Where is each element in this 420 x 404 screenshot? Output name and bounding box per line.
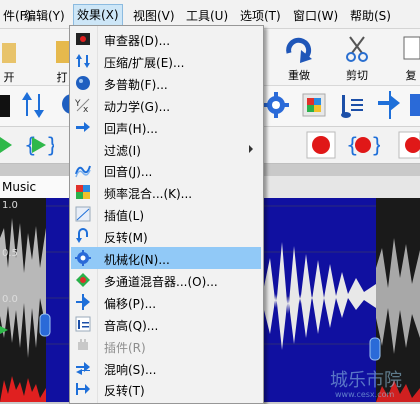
menu-item-pitch[interactable]: 音高(Q)... <box>71 313 261 335</box>
compress-toolbar-icon[interactable] <box>18 90 48 120</box>
menu-item-reverb[interactable]: 回音(J)... <box>71 159 261 181</box>
svg-text:}: } <box>371 133 380 157</box>
dynamics-icon: Yx <box>75 98 90 113</box>
music-note-icon[interactable] <box>338 91 366 119</box>
submenu-arrow-icon <box>249 144 253 153</box>
menu-7[interactable]: 帮助(S) <box>347 6 394 25</box>
menu-item-multichannel[interactable]: 多通道混音器...(O)... <box>71 269 261 291</box>
svg-text:x: x <box>83 105 89 113</box>
doppler-icon <box>76 75 90 90</box>
menu-3[interactable]: 视图(V) <box>130 6 178 25</box>
menu-item-label: 压缩/扩展(E)... <box>104 55 185 70</box>
ruler-mid-label: 0.0 <box>2 294 18 305</box>
menu-item-label: 过滤(I) <box>104 143 141 158</box>
menu-item-label: 混响(S)... <box>104 362 157 377</box>
open-file-label: 开 <box>3 71 15 84</box>
black-square-icon[interactable] <box>0 95 10 117</box>
offset-icon <box>76 293 90 310</box>
cut-label: 剪切 <box>346 69 368 82</box>
effects-menu: 审查器(D)... 压缩/扩展(E)... 多普勒(F)... Yx 动力学(G)...… <box>69 25 264 404</box>
menu-item-label: 插件(R) <box>104 340 146 355</box>
compress-icon <box>76 53 90 68</box>
redo-label: 重做 <box>288 69 310 82</box>
menu-item-reverb2[interactable]: 混响(S)... <box>71 357 261 379</box>
menu-item-plugin: 插件(R) <box>71 335 261 357</box>
menu-6[interactable]: 窗口(W) <box>290 6 341 25</box>
menu-item-compress[interactable]: 压缩/扩展(E)... <box>71 50 261 72</box>
record-partial-icon[interactable] <box>398 131 420 159</box>
menu-item-label: 回音(J)... <box>104 165 153 180</box>
inspector-icon <box>76 33 90 45</box>
redo-button[interactable]: 重做 <box>282 33 316 83</box>
folder-icon <box>2 43 16 63</box>
menu-item-reverse[interactable]: 反转(T) <box>71 378 261 400</box>
multichannel-icon <box>76 272 90 287</box>
gear-effect-icon[interactable] <box>262 91 290 119</box>
svg-text:}: } <box>46 133 54 157</box>
menu-item-label: 回声(H)... <box>104 121 158 136</box>
ruler-top-label: 1.0 <box>2 200 18 211</box>
watermark: 城乐市院 <box>330 370 402 391</box>
cut-button[interactable]: 剪切 <box>342 33 372 83</box>
reverse-icon <box>76 383 90 396</box>
file-tab[interactable]: Music 2.mp3 <box>0 176 72 216</box>
menu-item-filter[interactable]: 过滤(I) <box>71 138 261 160</box>
menu-item-label: 审查器(D)... <box>104 34 171 48</box>
menu-1[interactable]: 编辑(Y) <box>21 6 68 25</box>
invert-icon <box>76 228 88 244</box>
menu-item-label: 动力学(G)... <box>104 99 171 114</box>
offset-arrows-icon[interactable] <box>376 91 406 119</box>
pitch-icon <box>75 316 91 332</box>
menu-item-freq-mix[interactable]: 频率混合...(K)... <box>71 181 261 203</box>
reverb-icon <box>75 166 91 178</box>
echo-icon <box>76 121 90 132</box>
record-selection-icon[interactable]: { } <box>346 131 380 159</box>
mechanize-icon <box>75 250 91 266</box>
plugin-icon <box>78 338 88 350</box>
menu-4[interactable]: 工具(U) <box>183 6 231 25</box>
menu-item-interpolate[interactable]: 插值(L) <box>71 203 261 225</box>
paste-button[interactable]: 复 <box>402 33 420 83</box>
menu-item-label: 偏移(P)... <box>104 296 157 311</box>
partial-icon[interactable] <box>410 92 420 118</box>
open-file-button[interactable]: 开 <box>2 35 16 85</box>
svg-text:0.5: 0.5 <box>2 248 18 259</box>
menu-item-label: 频率混合...(K)... <box>104 187 193 202</box>
menu-item-mechanize[interactable]: 机械化(N)... <box>71 247 261 269</box>
open-label: 打 <box>56 71 68 84</box>
freq-mix-icon <box>76 185 90 200</box>
menu-item-invert[interactable]: 反转(M) <box>71 225 261 247</box>
mixer-icon[interactable] <box>300 91 328 119</box>
paste-icon <box>403 36 420 60</box>
record-icon[interactable] <box>306 131 336 159</box>
menu-item-label: 音高(Q)... <box>104 318 159 333</box>
menu-item-label: 多通道混音器...(O)... <box>104 274 218 289</box>
menu-item-echo[interactable]: 回声(H)... <box>71 116 261 138</box>
reverb2-icon <box>76 361 90 375</box>
menu-2[interactable]: 效果(X) <box>73 4 123 26</box>
menu-5[interactable]: 选项(T) <box>237 6 284 25</box>
menu-item-inspector[interactable]: 审查器(D)... <box>71 28 261 50</box>
paste-label: 复 <box>405 69 417 82</box>
scissors-icon <box>346 36 368 62</box>
menu-item-label: 多普勒(F)... <box>104 77 168 92</box>
menu-item-label: 反转(T) <box>104 384 145 399</box>
watermark-url: www.cesx.com <box>335 390 395 399</box>
menu-item-offset[interactable]: 偏移(P)... <box>71 291 261 313</box>
redo-icon <box>286 37 312 63</box>
menu-item-label: 反转(M) <box>104 231 148 246</box>
menu-item-label: 机械化(N)... <box>104 253 170 267</box>
menu-item-doppler[interactable]: 多普勒(F)... <box>71 72 261 94</box>
menu-item-label: 插值(L) <box>104 209 145 224</box>
play-selection-icon[interactable]: { } <box>24 131 54 159</box>
play-icon[interactable] <box>0 135 12 155</box>
menu-item-dynamics[interactable]: Yx 动力学(G)... <box>71 94 261 116</box>
interpolate-icon <box>75 206 91 222</box>
